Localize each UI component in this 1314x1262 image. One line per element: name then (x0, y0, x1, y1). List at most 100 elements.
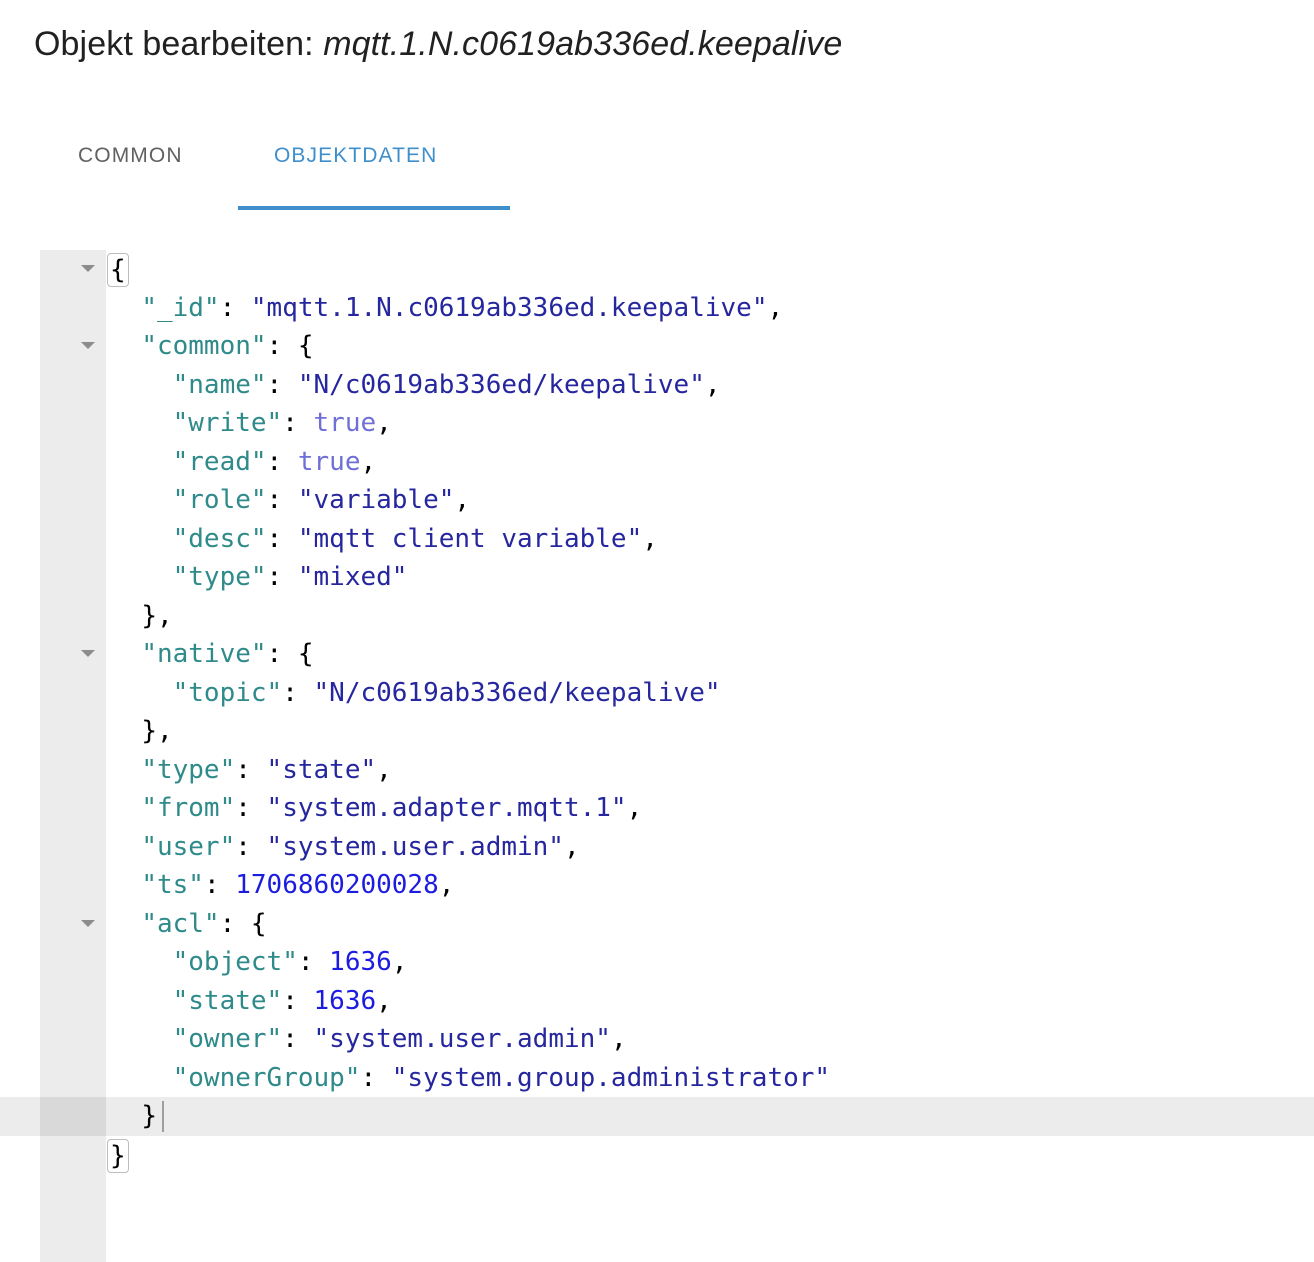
bracket-match-highlight: } (107, 1138, 129, 1173)
code-line-text: "owner": "system.user.admin", (110, 1020, 627, 1059)
code-line-text: "name": "N/c0619ab336ed/keepalive", (110, 366, 721, 405)
token-s: "N/c0619ab336ed/keepalive" (297, 369, 705, 400)
json-editor[interactable]: { "_id": "mqtt.1.N.c0619ab336ed.keepaliv… (0, 250, 1314, 1262)
code-line[interactable]: } (0, 1097, 1314, 1136)
code-line-text: { (107, 250, 129, 289)
page-title-prefix: Objekt bearbeiten: (34, 25, 324, 63)
tab-active-indicator (238, 206, 510, 210)
token-p: , (438, 870, 455, 900)
code-line[interactable]: "desc": "mqtt client variable", (0, 520, 1314, 559)
code-line[interactable]: "type": "state", (0, 751, 1314, 790)
token-s: "system.user.admin" (266, 831, 564, 862)
tab-common[interactable]: COMMON (72, 128, 189, 208)
token-k: "state" (172, 985, 283, 1016)
token-k: "name" (172, 369, 267, 400)
token-p: , (767, 292, 784, 323)
code-line[interactable]: } (0, 1136, 1314, 1175)
token-p: : (266, 523, 298, 554)
token-p: , (642, 523, 658, 554)
code-line[interactable]: "_id": "mqtt.1.N.c0619ab336ed.keepalive"… (0, 289, 1314, 328)
code-line[interactable]: "ownerGroup": "system.group.administrato… (0, 1059, 1314, 1098)
token-p: : (282, 408, 314, 438)
code-line[interactable]: "name": "N/c0619ab336ed/keepalive", (0, 366, 1314, 405)
code-line[interactable]: "role": "variable", (0, 481, 1314, 520)
token-k: "ts" (141, 870, 204, 900)
token-p: : { (266, 639, 314, 669)
code-line-text: }, (110, 597, 173, 636)
code-line[interactable]: }, (0, 712, 1314, 751)
token-k: "role" (172, 485, 267, 515)
code-line[interactable]: { (0, 250, 1314, 289)
token-p: : (235, 831, 267, 862)
code-line[interactable]: "type": "mixed" (0, 558, 1314, 597)
chevron-down-icon[interactable] (81, 650, 95, 657)
code-line-text: } (107, 1136, 129, 1175)
code-line[interactable]: }, (0, 597, 1314, 636)
token-p: } (141, 1101, 157, 1131)
token-k: "native" (141, 639, 267, 669)
code-line-text: "ts": 1706860200028, (110, 866, 454, 905)
token-p: : (203, 870, 236, 900)
token-p: , (563, 831, 580, 862)
code-line-text: "type": "mixed" (110, 558, 408, 597)
code-line-text: "read": true, (110, 443, 377, 482)
code-line-text: } (110, 1097, 157, 1136)
code-line-text: "_id": "mqtt.1.N.c0619ab336ed.keepalive"… (110, 289, 783, 328)
code-line[interactable]: "topic": "N/c0619ab336ed/keepalive" (0, 674, 1314, 713)
code-line[interactable]: "native": { (0, 635, 1314, 674)
code-line[interactable]: "user": "system.user.admin", (0, 828, 1314, 867)
code-line[interactable]: "owner": "system.user.admin", (0, 1020, 1314, 1059)
token-p: }, (141, 600, 173, 631)
token-p: , (454, 485, 471, 515)
code-line[interactable]: "object": 1636, (0, 943, 1314, 982)
chevron-down-icon[interactable] (81, 919, 95, 927)
token-k: "read" (172, 446, 267, 477)
token-p: , (626, 793, 643, 823)
code-line[interactable]: "read": true, (0, 443, 1314, 482)
code-line-text: "user": "system.user.admin", (110, 828, 580, 867)
chevron-down-icon[interactable] (81, 342, 95, 349)
token-k: "common" (141, 331, 267, 361)
token-p: : (266, 446, 298, 477)
page-title: Objekt bearbeiten: mqtt.1.N.c0619ab336ed… (34, 22, 842, 66)
code-line[interactable]: "write": true, (0, 404, 1314, 443)
code-line[interactable]: "acl": { (0, 905, 1314, 944)
token-k: "ownerGroup" (172, 1062, 361, 1093)
token-p: : (235, 754, 267, 785)
token-b: true (313, 408, 377, 438)
token-p: , (360, 446, 377, 477)
token-s: "mqtt.1.N.c0619ab336ed.keepalive" (250, 292, 768, 323)
code-line-text: "desc": "mqtt client variable", (110, 520, 658, 559)
token-k: "write" (172, 408, 283, 438)
page-title-object-id: mqtt.1.N.c0619ab336ed.keepalive (323, 25, 843, 63)
code-line[interactable]: "ts": 1706860200028, (0, 866, 1314, 905)
code-line-text: "ownerGroup": "system.group.administrato… (110, 1059, 830, 1098)
token-n: 1636 (329, 947, 392, 977)
code-line[interactable]: "state": 1636, (0, 982, 1314, 1021)
token-k: "type" (141, 754, 236, 785)
code-line[interactable]: "common": { (0, 327, 1314, 366)
code-line[interactable]: "from": "system.adapter.mqtt.1", (0, 789, 1314, 828)
token-p: : (282, 677, 314, 708)
chevron-down-icon[interactable] (81, 265, 95, 272)
token-p: , (391, 947, 408, 977)
token-s: "mqtt client variable" (297, 523, 643, 554)
code-line-text: "common": { (110, 327, 313, 366)
token-p: : (282, 1024, 314, 1054)
token-s: "N/c0619ab336ed/keepalive" (313, 677, 721, 708)
token-p: , (610, 1024, 627, 1054)
code-line-text: "from": "system.adapter.mqtt.1", (110, 789, 642, 828)
text-caret (161, 1101, 164, 1132)
token-n: 1706860200028 (235, 870, 439, 900)
token-k: "_id" (141, 292, 220, 323)
token-p: , (376, 408, 392, 438)
token-k: "acl" (141, 908, 220, 939)
token-p: : (297, 947, 330, 977)
token-n: 1636 (313, 985, 377, 1016)
tab-objektdaten[interactable]: OBJEKTDATEN (268, 128, 443, 208)
token-s: "system.group.administrator" (391, 1062, 831, 1093)
token-p: , (376, 754, 392, 785)
token-k: "user" (141, 831, 236, 862)
token-p: : (282, 985, 314, 1016)
editor-code-area[interactable]: { "_id": "mqtt.1.N.c0619ab336ed.keepaliv… (0, 250, 1314, 1262)
